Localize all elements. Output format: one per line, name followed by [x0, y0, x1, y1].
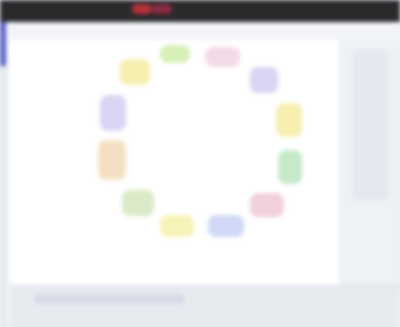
ring-segment[interactable] [160, 215, 194, 237]
ring-segment[interactable] [120, 59, 150, 85]
ring-segment[interactable] [250, 67, 278, 93]
ring-segment[interactable] [98, 140, 126, 180]
ring-segment[interactable] [122, 190, 154, 216]
top-bar [0, 0, 400, 22]
ring-segment[interactable] [205, 47, 240, 67]
red-indicator-icon [152, 4, 172, 14]
ring-segment[interactable] [160, 45, 190, 63]
right-panel [340, 40, 400, 285]
right-panel-strip [353, 50, 389, 200]
window-header [10, 22, 400, 41]
ring-segment[interactable] [278, 150, 302, 184]
bottom-panel [10, 285, 400, 327]
ring-segment[interactable] [250, 193, 284, 217]
ring-segment[interactable] [208, 215, 244, 237]
bottom-bar [34, 294, 184, 304]
ring-segment[interactable] [276, 103, 302, 137]
color-ring [90, 45, 310, 245]
red-indicator-icon [132, 4, 152, 14]
ring-segment[interactable] [100, 95, 126, 131]
caption-text [40, 240, 100, 258]
